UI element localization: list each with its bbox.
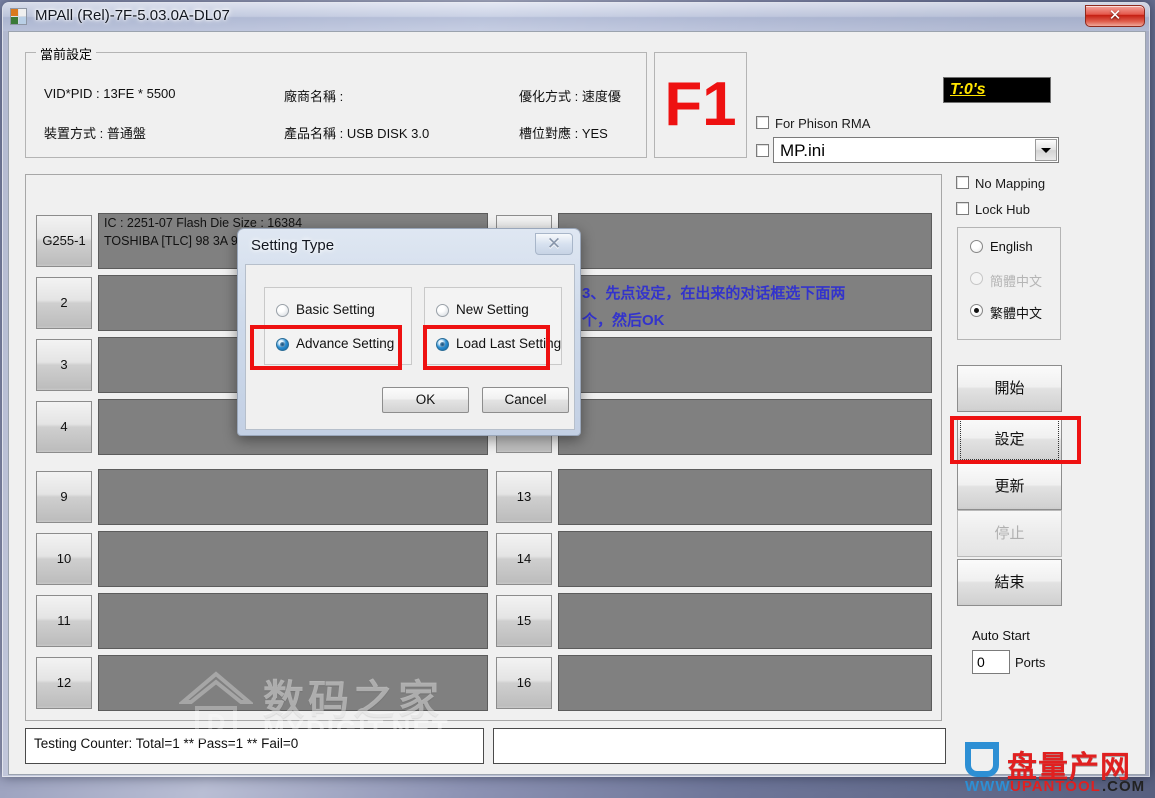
title-bar: MPAll (Rel)-7F-5.03.0A-DL07 ✕ bbox=[3, 3, 1149, 31]
dialog-setting-level-group: Basic Setting Advance Setting bbox=[264, 287, 412, 365]
dialog-body: Basic Setting Advance Setting New Settin… bbox=[245, 264, 575, 430]
checkbox-for-phison-rma[interactable] bbox=[756, 116, 769, 129]
label-for-phison-rma: For Phison RMA bbox=[775, 116, 871, 131]
chevron-down-icon[interactable] bbox=[1035, 139, 1057, 161]
application-window: MPAll (Rel)-7F-5.03.0A-DL07 ✕ 當前設定 VID*P… bbox=[2, 2, 1150, 777]
port-button-right-16[interactable]: 16 bbox=[496, 657, 552, 709]
logo-www-text: WWW. bbox=[965, 778, 1015, 795]
start-button[interactable]: 開始 bbox=[957, 365, 1062, 412]
app-icon bbox=[10, 8, 27, 25]
info-slot-mapping: 槽位對應 : YES bbox=[519, 126, 608, 141]
logo-u-icon bbox=[965, 743, 999, 777]
port-status-bar-left-10[interactable] bbox=[98, 531, 488, 587]
port-status-bar-right-15[interactable] bbox=[558, 593, 932, 649]
label-lock-hub: Lock Hub bbox=[975, 202, 1030, 217]
radio-new-setting[interactable] bbox=[436, 304, 449, 317]
checkbox-lock-hub[interactable] bbox=[956, 202, 969, 215]
port-status-bar-left-12[interactable] bbox=[98, 655, 488, 711]
radio-language-english[interactable] bbox=[970, 240, 983, 253]
f1-indicator-box: F1 bbox=[654, 52, 747, 158]
port-button-right-15[interactable]: 15 bbox=[496, 595, 552, 647]
close-button[interactable]: ✕ bbox=[1085, 5, 1145, 27]
radio-language-traditional-chinese[interactable] bbox=[970, 304, 983, 317]
label-language-simplified-chinese: 簡體中文 bbox=[990, 274, 1043, 289]
info-optimize-mode: 優化方式 : 速度優 bbox=[519, 89, 621, 104]
auto-start-ports-input[interactable]: 0 bbox=[972, 650, 1010, 674]
port-status-bar-right-14[interactable] bbox=[558, 531, 932, 587]
current-settings-legend: 當前設定 bbox=[36, 44, 97, 63]
label-new-setting: New Setting bbox=[456, 302, 529, 317]
stop-button: 停止 bbox=[957, 510, 1062, 557]
port-button-left-1[interactable]: G255-1 bbox=[36, 215, 92, 267]
label-load-last-setting: Load Last Setting bbox=[456, 336, 562, 351]
port-button-right-13[interactable]: 13 bbox=[496, 471, 552, 523]
port-button-right-14[interactable]: 14 bbox=[496, 533, 552, 585]
radio-language-simplified-chinese bbox=[970, 272, 983, 285]
setting-type-dialog: Setting Type ✕ Basic Setting Advance Set… bbox=[237, 228, 581, 436]
port-button-left-3[interactable]: 3 bbox=[36, 339, 92, 391]
port-button-left-9[interactable]: 9 bbox=[36, 471, 92, 523]
f1-label: F1 bbox=[664, 70, 737, 139]
dialog-cancel-button[interactable]: Cancel bbox=[482, 387, 569, 413]
dialog-ok-button[interactable]: OK bbox=[382, 387, 469, 413]
logo-com-text: .COM bbox=[1102, 778, 1146, 795]
end-button[interactable]: 結束 bbox=[957, 559, 1062, 606]
time-counter-value: T:0's bbox=[950, 81, 986, 98]
label-language-traditional-chinese: 繁體中文 bbox=[990, 306, 1043, 321]
time-counter-display: T:0's bbox=[943, 77, 1051, 103]
info-vendor-name: 廠商名稱 : bbox=[284, 89, 344, 104]
secondary-status-field bbox=[493, 728, 946, 764]
port-status-bar-right-6[interactable] bbox=[558, 275, 932, 331]
info-vid-pid: VID*PID : 13FE * 5500 bbox=[44, 86, 176, 101]
port-button-left-10[interactable]: 10 bbox=[36, 533, 92, 585]
port-button-left-11[interactable]: 11 bbox=[36, 595, 92, 647]
port-status-bar-right-5[interactable] bbox=[558, 213, 932, 269]
client-area: 當前設定 VID*PID : 13FE * 5500 廠商名稱 : 優化方式 :… bbox=[8, 31, 1146, 775]
port-status-bar-right-16[interactable] bbox=[558, 655, 932, 711]
radio-advance-setting[interactable] bbox=[276, 338, 289, 351]
info-product-name: 產品名稱 : USB DISK 3.0 bbox=[284, 126, 430, 141]
port-status-bar-right-8[interactable] bbox=[558, 399, 932, 455]
close-icon: ✕ bbox=[1108, 7, 1122, 24]
close-icon: ✕ bbox=[546, 234, 562, 253]
testing-counter-text: Testing Counter: Total=1 ** Pass=1 ** Fa… bbox=[34, 736, 299, 751]
upantool-logo: 盘量产网 WWW. UPANTOOL .COM bbox=[963, 742, 1149, 795]
checkbox-no-mapping[interactable] bbox=[956, 176, 969, 189]
config-button[interactable]: 設定 bbox=[957, 416, 1062, 463]
dialog-close-button[interactable]: ✕ bbox=[535, 233, 573, 255]
port-status-bar-left-11[interactable] bbox=[98, 593, 488, 649]
ini-file-value: MP.ini bbox=[780, 141, 826, 160]
label-language-english: English bbox=[990, 239, 1033, 254]
testing-counter-field: Testing Counter: Total=1 ** Pass=1 ** Fa… bbox=[25, 728, 484, 764]
label-no-mapping: No Mapping bbox=[975, 176, 1046, 191]
language-group: English 簡體中文 繁體中文 bbox=[957, 227, 1061, 340]
window-title: MPAll (Rel)-7F-5.03.0A-DL07 bbox=[35, 7, 230, 24]
radio-load-last-setting[interactable] bbox=[436, 338, 449, 351]
auto-start-label: Auto Start bbox=[972, 628, 1030, 643]
port-status-bar-right-7[interactable] bbox=[558, 337, 932, 393]
port-button-left-2[interactable]: 2 bbox=[36, 277, 92, 329]
label-advance-setting: Advance Setting bbox=[296, 336, 395, 351]
port-info-line2: TOSHIBA [TLC] 98 3A 9 bbox=[104, 234, 238, 248]
radio-basic-setting[interactable] bbox=[276, 304, 289, 317]
port-button-left-4[interactable]: 4 bbox=[36, 401, 92, 453]
update-button[interactable]: 更新 bbox=[957, 463, 1062, 510]
dialog-title: Setting Type bbox=[251, 237, 335, 254]
current-settings-group: 當前設定 VID*PID : 13FE * 5500 廠商名稱 : 優化方式 :… bbox=[25, 44, 647, 158]
logo-domain-text: UPANTOOL bbox=[1010, 778, 1101, 795]
info-device-mode: 裝置方式 : 普通盤 bbox=[44, 126, 146, 141]
label-basic-setting: Basic Setting bbox=[296, 302, 375, 317]
dialog-setting-source-group: New Setting Load Last Setting bbox=[424, 287, 562, 365]
ini-file-combobox[interactable]: MP.ini bbox=[773, 137, 1059, 163]
checkbox-ini-file[interactable] bbox=[756, 144, 769, 157]
port-status-bar-right-13[interactable] bbox=[558, 469, 932, 525]
ports-label: Ports bbox=[1015, 655, 1046, 670]
port-button-left-12[interactable]: 12 bbox=[36, 657, 92, 709]
port-status-bar-left-9[interactable] bbox=[98, 469, 488, 525]
